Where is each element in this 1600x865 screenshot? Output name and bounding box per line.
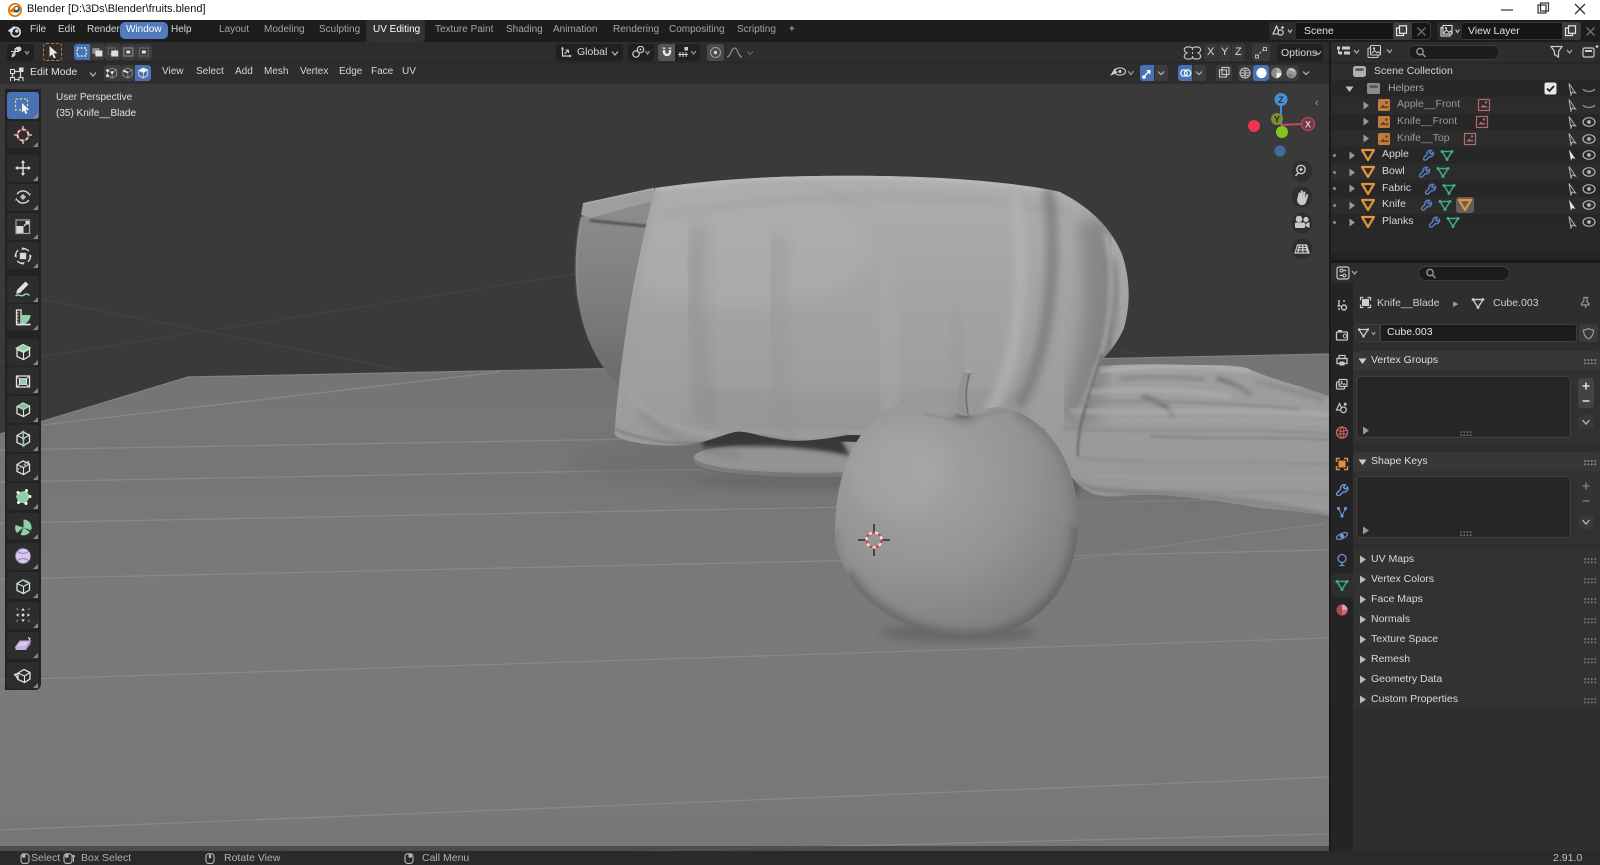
svg-text:User Perspective: User Perspective: [56, 92, 133, 103]
svg-text:X: X: [1305, 120, 1311, 130]
svg-text:(35) Knife__Blade: (35) Knife__Blade: [56, 108, 136, 119]
svg-text:‹: ‹: [1315, 97, 1319, 109]
svg-text:Y: Y: [1274, 115, 1280, 125]
svg-text:Z: Z: [1278, 95, 1284, 105]
